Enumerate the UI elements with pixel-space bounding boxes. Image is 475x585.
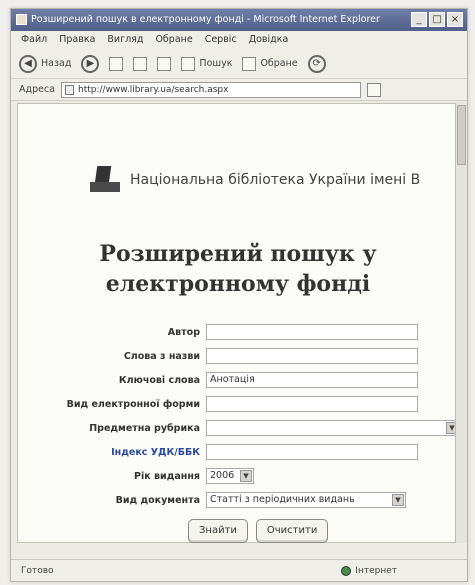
menu-bar: Файл Правка Вигляд Обране Сервіс Довідка [11, 31, 467, 49]
menu-view[interactable]: Вигляд [107, 31, 143, 49]
author-input[interactable] [206, 324, 418, 340]
search-button[interactable]: Пошук [181, 56, 233, 71]
page-title: Розширений пошук у електронному фонді [58, 239, 418, 299]
history-icon[interactable]: ⟳ [307, 54, 326, 73]
status-text: Готово [21, 566, 54, 576]
library-logo-row[interactable]: Національна бібліотека України імені В [88, 164, 420, 196]
keywords-label: Ключові слова [118, 375, 200, 386]
form-buttons: Знайти Очистити [188, 519, 329, 543]
library-logo-icon [88, 164, 124, 196]
go-icon[interactable] [367, 82, 381, 97]
udc-index-input[interactable] [206, 444, 418, 460]
back-label: Назад [41, 58, 72, 69]
back-arrow-icon: ◀ [19, 54, 37, 73]
address-input[interactable]: http://www.library.ua/search.aspx [61, 81, 361, 98]
subject-heading-label: Предметна рубрика [89, 423, 200, 434]
scrollbar-thumb[interactable] [457, 105, 466, 165]
status-bar: Готово Інтернет [11, 559, 467, 581]
menu-help[interactable]: Довідка [249, 31, 289, 49]
address-bar: Адреса http://www.library.ua/search.aspx [11, 79, 467, 101]
subject-heading-select[interactable]: ▼ [206, 420, 460, 436]
zone-label: Інтернет [355, 566, 397, 576]
menu-edit[interactable]: Правка [59, 31, 95, 49]
address-url: http://www.library.ua/search.aspx [78, 84, 229, 95]
maximize-button[interactable]: □ [429, 12, 445, 27]
favorites-label: Обране [260, 58, 298, 69]
year-label: Рік видання [134, 471, 200, 482]
page-title-line2: електронному фонді [105, 271, 371, 297]
refresh-icon[interactable] [133, 56, 148, 71]
vertical-scrollbar[interactable] [455, 103, 467, 543]
doc-type-label: Вид документа [115, 495, 200, 506]
dropdown-arrow-icon[interactable]: ▼ [240, 470, 252, 482]
page-icon [65, 84, 74, 95]
title-bar: Розширений пошук в електронному фонді - … [11, 9, 467, 31]
window-title: Розширений пошук в електронному фонді - … [31, 14, 380, 25]
stop-icon[interactable] [109, 56, 124, 71]
dropdown-arrow-icon[interactable]: ▼ [392, 494, 404, 506]
menu-tools[interactable]: Сервіс [205, 31, 237, 49]
author-label: Автор [167, 327, 200, 338]
star-icon [242, 56, 257, 71]
address-label: Адреса [19, 84, 55, 95]
home-icon[interactable] [157, 56, 172, 71]
menu-favorites[interactable]: Обране [155, 31, 192, 49]
search-label: Пошук [199, 58, 233, 69]
clear-button[interactable]: Очистити [255, 519, 329, 543]
title-words-input[interactable] [206, 348, 418, 364]
zone-indicator: Інтернет [341, 560, 397, 582]
minimize-button[interactable]: _ [411, 12, 427, 27]
year-value: 2006 [210, 470, 235, 481]
page-title-line1: Розширений пошук у [99, 241, 377, 267]
browser-window: Розширений пошук в електронному фонді - … [10, 8, 468, 582]
year-select[interactable]: 2006 ▼ [206, 468, 254, 484]
title-words-label: Слова з назви [123, 351, 200, 362]
search-submit-button[interactable]: Знайти [188, 519, 248, 543]
menu-file[interactable]: Файл [21, 31, 47, 49]
search-form: Автор Слова з назви Ключові слова Анотац… [38, 324, 460, 516]
search-icon [181, 56, 196, 71]
close-button[interactable]: × [447, 12, 463, 27]
keywords-input[interactable]: Анотація [206, 372, 418, 388]
electronic-form-input[interactable] [206, 396, 418, 412]
favorites-button[interactable]: Обране [242, 56, 298, 71]
doc-type-select[interactable]: Статті з періодичних видань ▼ [206, 492, 406, 508]
library-name: Національна бібліотека України імені В [130, 172, 421, 188]
browser-icon [16, 14, 27, 25]
globe-icon [341, 566, 352, 576]
page-content: Національна бібліотека України імені В Р… [17, 103, 460, 543]
udc-index-label[interactable]: Індекс УДК/ББК [38, 447, 200, 458]
toolbar: ◀ Назад ▶ Пошук Обране ⟳ [11, 49, 467, 79]
electronic-form-label: Вид електронної форми [66, 399, 200, 410]
doc-type-value: Статті з періодичних видань [210, 494, 355, 505]
forward-arrow-icon[interactable]: ▶ [81, 54, 100, 73]
back-button[interactable]: ◀ Назад [19, 54, 72, 73]
